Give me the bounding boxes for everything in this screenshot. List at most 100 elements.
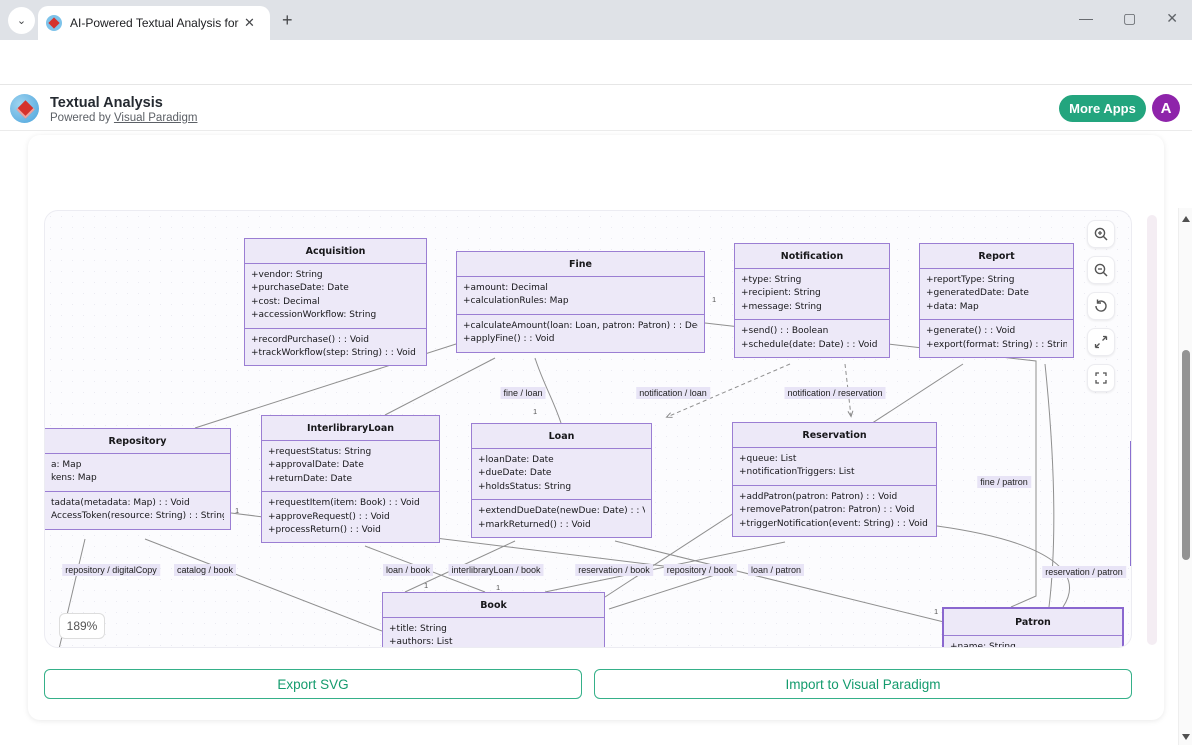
uml-member: +dueDate: Date bbox=[478, 467, 645, 480]
fit-to-screen-button[interactable] bbox=[1087, 328, 1115, 356]
uml-member: +authors: List bbox=[389, 636, 598, 648]
uml-member: +processReturn() : : Void bbox=[268, 524, 433, 537]
relationship-label: notification / loan bbox=[636, 387, 710, 399]
class-box-reservation[interactable]: Reservation +queue: List+notificationTri… bbox=[732, 422, 937, 537]
import-to-visual-paradigm-button[interactable]: Import to Visual Paradigm bbox=[594, 669, 1132, 699]
relationship-label: repository / book bbox=[664, 564, 737, 576]
uml-member: +cost: Decimal bbox=[251, 296, 420, 309]
class-box-fine[interactable]: Fine +amount: Decimal+calculationRules: … bbox=[456, 251, 705, 353]
class-attributes: +requestStatus: String+approvalDate: Dat… bbox=[262, 441, 439, 491]
uml-member: +send() : : Boolean bbox=[741, 325, 883, 338]
browser-toolbar: ← → ⟳ ai-toolbox.visual-paradigm.com/app… bbox=[0, 40, 1192, 85]
uml-member: +recipient: String bbox=[741, 287, 883, 300]
uml-member: +calculationRules: Map bbox=[463, 295, 698, 308]
zoom-out-button[interactable] bbox=[1087, 256, 1115, 284]
scroll-up-icon[interactable] bbox=[1182, 216, 1190, 222]
more-apps-button[interactable]: More Apps bbox=[1059, 95, 1146, 122]
wizard-stepper: 1 2 3 4 5 6 Problem Domain Problem Descr… bbox=[0, 140, 1192, 200]
tab-search-chevron-icon[interactable]: ⌄ bbox=[8, 7, 35, 34]
uml-member: +notificationTriggers: List bbox=[739, 466, 930, 479]
visual-paradigm-link[interactable]: Visual Paradigm bbox=[114, 112, 198, 124]
class-methods: +addPatron(patron: Patron) : : Void+remo… bbox=[733, 485, 936, 536]
multiplicity-label: 1 bbox=[934, 607, 938, 616]
tab-close-icon[interactable]: ✕ bbox=[244, 15, 255, 31]
scroll-down-icon[interactable] bbox=[1182, 734, 1190, 740]
uml-member: +trackWorkflow(step: String) : : Void bbox=[251, 347, 420, 360]
textual-analysis-logo bbox=[10, 94, 39, 123]
class-methods: +calculateAmount(loan: Loan, patron: Pat… bbox=[457, 314, 704, 352]
tab-title: AI-Powered Textual Analysis for bbox=[70, 16, 240, 30]
class-methods: tadata(metadata: Map) : : VoidAccessToke… bbox=[45, 491, 230, 529]
uml-member: +removePatron(patron: Patron) : : Void bbox=[739, 504, 930, 517]
class-box-notification[interactable]: Notification +type: String+recipient: St… bbox=[734, 243, 890, 358]
class-box-loan[interactable]: Loan +loanDate: Date+dueDate: Date+holds… bbox=[471, 423, 652, 538]
class-title: Report bbox=[920, 244, 1073, 269]
uml-member: +name: String bbox=[950, 641, 1116, 648]
relationship-label: loan / patron bbox=[748, 564, 804, 576]
uml-member: AccessToken(resource: String) : : String bbox=[51, 510, 224, 523]
browser-tab[interactable]: AI-Powered Textual Analysis for ✕ bbox=[38, 6, 270, 40]
multiplicity-label: 1 bbox=[533, 407, 537, 416]
relationship-label: reservation / book bbox=[575, 564, 653, 576]
uml-member: +approveRequest() : : Void bbox=[268, 511, 433, 524]
app-user-avatar[interactable]: A bbox=[1152, 94, 1180, 122]
uml-member: +type: String bbox=[741, 274, 883, 287]
uml-member: tadata(metadata: Map) : : Void bbox=[51, 497, 224, 510]
relationship-label: reservation / patron bbox=[1042, 566, 1126, 578]
class-title: Loan bbox=[472, 424, 651, 449]
multiplicity-label: 1 bbox=[235, 506, 239, 515]
new-tab-button[interactable]: + bbox=[282, 10, 293, 31]
powered-by-prefix: Powered by bbox=[50, 112, 114, 124]
uml-member: +requestStatus: String bbox=[268, 446, 433, 459]
class-box-report[interactable]: Report +reportType: String+generatedDate… bbox=[919, 243, 1074, 358]
relationship-label: loan / book bbox=[383, 564, 433, 576]
uml-member: +accessionWorkflow: String bbox=[251, 309, 420, 322]
uml-member: +recordPurchase() : : Void bbox=[251, 334, 420, 347]
class-box-repository[interactable]: Repository a: Mapkens: Map tadata(metada… bbox=[45, 428, 231, 530]
reset-view-button[interactable] bbox=[1087, 292, 1115, 320]
class-title: Acquisition bbox=[245, 239, 426, 264]
uml-member: +data: Map bbox=[926, 301, 1067, 314]
relationship-label: fine / patron bbox=[977, 476, 1031, 488]
class-methods: +requestItem(item: Book) : : Void+approv… bbox=[262, 491, 439, 542]
class-title: Notification bbox=[735, 244, 889, 269]
window-minimize-button[interactable]: — bbox=[1079, 10, 1093, 27]
window-close-button[interactable]: ✕ bbox=[1166, 10, 1178, 27]
class-attributes: +loanDate: Date+dueDate: Date+holdsStatu… bbox=[472, 449, 651, 499]
uml-member: +addPatron(patron: Patron) : : Void bbox=[739, 491, 930, 504]
uml-member: +markReturned() : : Void bbox=[478, 519, 645, 532]
class-attributes: +type: String+recipient: String+message:… bbox=[735, 269, 889, 319]
uml-member: +applyFine() : : Void bbox=[463, 333, 698, 346]
uml-member: +generatedDate: Date bbox=[926, 287, 1067, 300]
class-box-patron[interactable]: Patron +name: String bbox=[942, 607, 1124, 648]
class-attributes: a: Mapkens: Map bbox=[45, 454, 230, 491]
class-box-acquisition[interactable]: Acquisition +vendor: String+purchaseDate… bbox=[244, 238, 427, 366]
class-methods: +generate() : : Void+export(format: Stri… bbox=[920, 319, 1073, 357]
page-scrollbar[interactable] bbox=[1178, 208, 1192, 745]
class-attributes: +name: String bbox=[944, 636, 1122, 648]
relationship-label: notification / reservation bbox=[784, 387, 885, 399]
class-box-interlibraryloan[interactable]: InterlibraryLoan +requestStatus: String+… bbox=[261, 415, 440, 543]
visual-paradigm-favicon bbox=[46, 15, 62, 31]
class-box-book[interactable]: Book +title: String+authors: List bbox=[382, 592, 605, 648]
browser-tab-strip: ⌄ AI-Powered Textual Analysis for ✕ + — … bbox=[0, 0, 1192, 40]
relationship-label: catalog / book bbox=[174, 564, 236, 576]
uml-member: +export(format: String) : : String bbox=[926, 339, 1067, 352]
class-methods: +extendDueDate(newDue: Date) : : Void+ma… bbox=[472, 499, 651, 537]
multiplicity-label: 1 bbox=[496, 583, 500, 592]
class-title: InterlibraryLoan bbox=[262, 416, 439, 441]
export-svg-button[interactable]: Export SVG bbox=[44, 669, 582, 699]
class-title: Book bbox=[383, 593, 604, 618]
zoom-in-button[interactable] bbox=[1087, 220, 1115, 248]
uml-member: kens: Map bbox=[51, 472, 224, 485]
diagram-scrollbar[interactable] bbox=[1147, 215, 1157, 645]
window-maximize-button[interactable]: ▢ bbox=[1123, 10, 1136, 27]
class-title: Patron bbox=[944, 609, 1122, 636]
scrollbar-thumb[interactable] bbox=[1182, 350, 1190, 560]
class-diagram-canvas[interactable]: Acquisition +vendor: String+purchaseDate… bbox=[44, 210, 1132, 648]
class-attributes: +title: String+authors: List bbox=[383, 618, 604, 648]
class-attributes: +reportType: String+generatedDate: Date+… bbox=[920, 269, 1073, 319]
uml-member: +message: String bbox=[741, 301, 883, 314]
fullscreen-button[interactable] bbox=[1087, 364, 1115, 392]
class-title: Repository bbox=[45, 429, 230, 454]
